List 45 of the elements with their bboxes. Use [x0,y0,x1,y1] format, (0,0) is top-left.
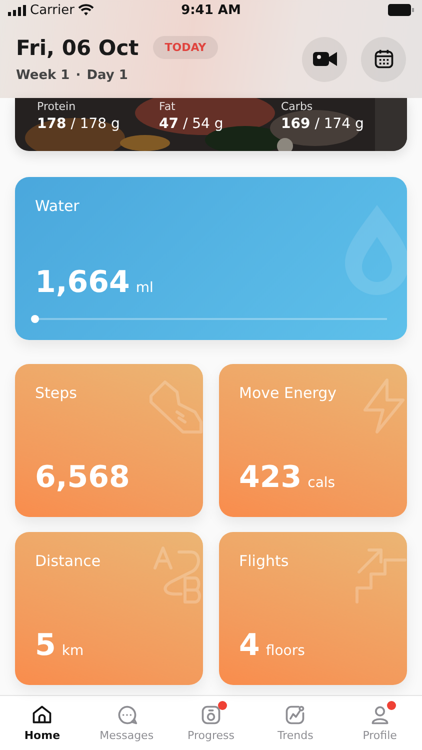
carrier-name: Carrier [30,2,74,18]
unit-label: cals [308,475,336,491]
date-title: Fri, 06 Oct [16,36,139,60]
stat-value: 5 [35,628,56,663]
video-button[interactable] [302,36,347,82]
trend-chart-icon [284,704,306,726]
macro-value: 47 / 54 g [159,116,224,132]
macro-value: 169 / 174 g [281,116,365,132]
signal-icon [8,4,26,16]
macro-label: Fat [159,100,176,113]
card-title: Steps [35,384,78,402]
tab-item[interactable]: Home [0,696,84,750]
chat-bubble-icon [116,704,138,726]
unit-label: km [62,643,84,659]
clock-time: 9:41 AM [181,2,241,18]
water-amount: 1,664 [35,265,130,300]
tab-item[interactable]: Profile [338,696,422,750]
wifi-icon [78,4,94,16]
person-icon [368,704,391,726]
battery-icon [388,4,414,16]
today-badge: TODAY [152,36,218,59]
week-label: Week 1 [16,68,70,82]
home-icon [31,704,54,726]
unit-label: floors [266,643,305,659]
card-title: Water [35,197,80,215]
camera-icon [200,704,222,726]
card-title: Distance [35,552,102,570]
card-title: Move Energy [239,384,338,402]
stat-value: 6,568 [35,460,130,495]
tab-item[interactable]: Messages [84,696,169,750]
unit-label: ml [136,280,154,296]
separator-dot: · [76,68,81,82]
tab-item[interactable]: Progress [168,696,254,750]
stat-value: 423 [239,460,302,495]
route-icon [151,544,203,606]
card-title: Flights [239,552,290,570]
tab-item[interactable]: Trends [253,696,338,750]
day-label: Day 1 [86,68,128,82]
calendar-button[interactable] [361,36,406,82]
video-camera-icon [312,51,336,67]
calendar-icon [372,48,394,70]
macro-label: Carbs [281,100,314,113]
macro-label: Protein [37,100,77,113]
macro-value: 178 / 178 g [37,116,121,132]
stat-value: 4 [239,628,260,663]
